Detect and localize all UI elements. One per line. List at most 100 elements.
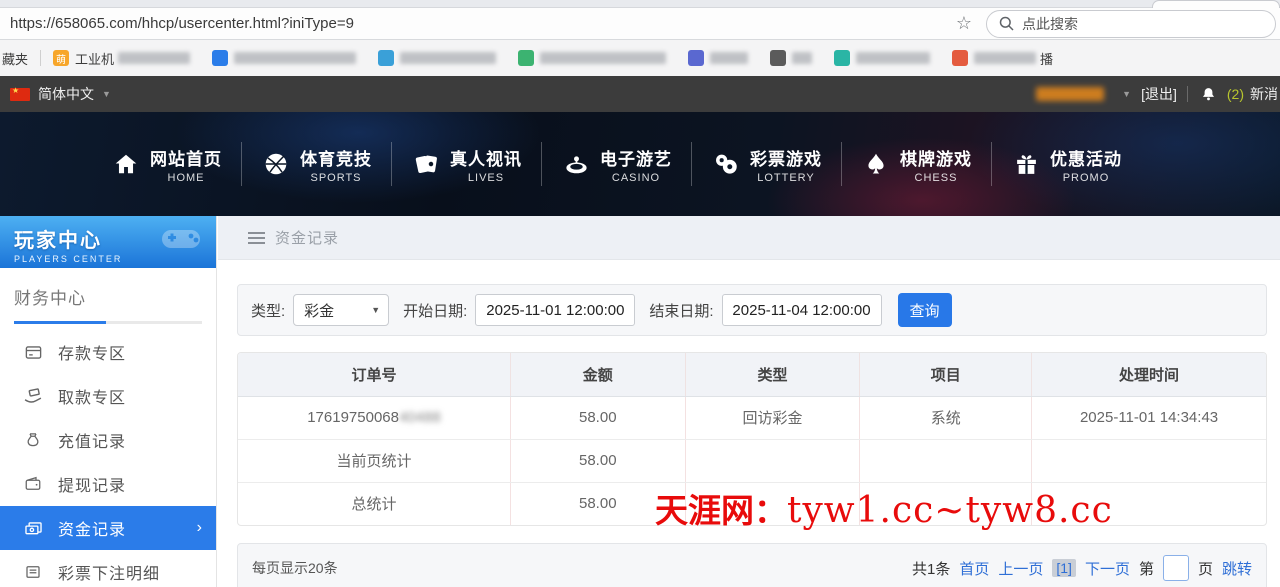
end-date-label: 结束日期: <box>649 300 713 321</box>
bookmark-item[interactable] <box>378 50 496 66</box>
language-caret-icon[interactable]: ▼ <box>102 89 111 99</box>
bookmarks-folder-label[interactable]: 藏夹 <box>2 49 28 68</box>
start-date-label: 开始日期: <box>403 300 467 321</box>
sidebar-item-recharge-record[interactable]: 充值记录 <box>0 418 216 462</box>
gift-icon <box>1011 152 1041 177</box>
nav-item-home[interactable]: 网站首页HOME <box>92 145 241 184</box>
bookmark-favicon <box>952 50 968 66</box>
bookmark-blurred-text <box>974 52 1036 64</box>
nav-item-lottery[interactable]: 彩票游戏LOTTERY <box>692 145 841 184</box>
nav-item-sports[interactable]: 体育竞技SPORTS <box>242 145 391 184</box>
bookmark-label: 工业机 <box>75 49 114 68</box>
lottery-balls-icon <box>711 151 741 177</box>
bookmark-label-tail: 播 <box>1040 49 1053 68</box>
sidebar-item-withdraw[interactable]: 取款专区 <box>0 374 216 418</box>
jump-label-pre: 第 <box>1139 558 1154 579</box>
user-topbar: ★ 简体中文 ▼ ▼ [退出] (2) 新消 <box>0 76 1280 112</box>
total-count: 共1条 <box>912 558 950 579</box>
search-icon <box>999 16 1014 31</box>
bookmark-item[interactable]: 播 <box>952 49 1057 68</box>
bookmark-item[interactable] <box>688 50 748 66</box>
language-selector[interactable]: 简体中文 <box>38 84 94 104</box>
bookmark-star-icon[interactable]: ☆ <box>956 13 972 34</box>
notification-count[interactable]: (2) <box>1227 86 1244 102</box>
project-cell: 系统 <box>860 396 1032 439</box>
bookmark-blurred-text <box>118 52 190 64</box>
end-date-input[interactable] <box>722 294 882 326</box>
logout-link[interactable]: [退出] <box>1141 84 1177 104</box>
table-header-row: 订单号 金额 类型 项目 处理时间 <box>238 353 1266 396</box>
chevron-down-icon: ▼ <box>371 305 380 315</box>
bookmark-item[interactable] <box>212 50 356 66</box>
deposit-card-icon <box>22 343 44 362</box>
search-input[interactable] <box>1022 16 1222 32</box>
order-no-cell: 1761975006840488 <box>238 396 510 439</box>
bookmark-blurred-text <box>234 52 356 64</box>
prev-page-link[interactable]: 上一页 <box>998 558 1043 579</box>
bookmark-blurred-text <box>540 52 666 64</box>
notification-label[interactable]: 新消 <box>1250 84 1278 104</box>
gamepad-icon <box>158 222 204 261</box>
bookmark-blurred-text <box>710 52 748 64</box>
bookmark-item[interactable] <box>518 50 666 66</box>
order-no-blurred: 40488 <box>399 409 441 426</box>
sidebar: 玩家中心 PLAYERS CENTER 财务中心 存款专区 取款专区 充值记录 <box>0 216 217 587</box>
page-jump-input[interactable] <box>1163 555 1189 581</box>
nav-item-chess[interactable]: 棋牌游戏CHESS <box>842 145 991 184</box>
type-select[interactable]: 彩金 ▼ <box>293 294 389 326</box>
user-menu-caret-icon[interactable]: ▼ <box>1122 89 1131 99</box>
funds-table: 订单号 金额 类型 项目 处理时间 1761975006840488 58.00… <box>237 352 1267 526</box>
bookmark-blurred-text <box>400 52 496 64</box>
receipt-icon <box>22 563 44 581</box>
per-page-label: 每页显示20条 <box>252 558 338 578</box>
browser-address-bar: https://658065.com/hhcp/usercenter.html?… <box>0 8 1280 40</box>
sidebar-item-lottery-bets[interactable]: 彩票下注明细 <box>0 550 216 587</box>
nav-item-casino[interactable]: 电子游艺CASINO <box>542 145 691 184</box>
nav-item-lives[interactable]: 真人视讯LIVES <box>392 145 541 184</box>
cn-flag-icon: ★ <box>10 88 30 101</box>
page-total-amount: 58.00 <box>510 439 685 482</box>
sidebar-menu: 存款专区 取款专区 充值记录 提现记录 资金记录 › 彩票下注明细 <box>0 330 216 587</box>
username-blurred[interactable] <box>1036 87 1104 101</box>
bookmark-item[interactable] <box>770 50 812 66</box>
start-date-input[interactable] <box>475 294 635 326</box>
bookmarks-bar: 藏夹 萌 工业机 <box>0 40 1280 76</box>
sidebar-section: 财务中心 <box>0 268 216 324</box>
bookmark-item[interactable]: 萌 工业机 <box>53 49 190 68</box>
sidebar-item-deposit[interactable]: 存款专区 <box>0 330 216 374</box>
bookmark-blurred-text <box>792 52 812 64</box>
browser-search-box[interactable] <box>986 10 1276 38</box>
browser-tab[interactable] <box>1152 0 1280 8</box>
content-header: 资金记录 <box>218 216 1280 260</box>
bookmark-favicon <box>688 50 704 66</box>
current-page: [1] <box>1052 559 1076 577</box>
filter-bar: 类型: 彩金 ▼ 开始日期: 结束日期: 查询 <box>237 284 1267 336</box>
bookmark-favicon <box>378 50 394 66</box>
table-row: 1761975006840488 58.00 回访彩金 系统 2025-11-0… <box>238 396 1266 439</box>
banknotes-icon <box>22 519 44 538</box>
next-page-link[interactable]: 下一页 <box>1085 558 1130 579</box>
bookmark-blurred-text <box>856 52 930 64</box>
sidebar-item-withdraw-record[interactable]: 提现记录 <box>0 462 216 506</box>
url-text[interactable]: https://658065.com/hhcp/usercenter.html?… <box>10 15 354 32</box>
page: https://658065.com/hhcp/usercenter.html?… <box>0 0 1280 587</box>
notification-bell-icon[interactable] <box>1200 86 1217 103</box>
hand-money-icon <box>22 386 44 406</box>
col-project: 项目 <box>860 353 1032 396</box>
bookmark-favicon <box>770 50 786 66</box>
nav-item-promo[interactable]: 优惠活动PROMO <box>992 145 1141 184</box>
home-icon <box>111 151 141 177</box>
grand-total-amount: 58.00 <box>510 482 685 525</box>
browser-tabstrip <box>0 0 1280 8</box>
first-page-link[interactable]: 首页 <box>959 558 989 579</box>
sidebar-item-funds-record[interactable]: 资金记录 › <box>0 506 216 550</box>
main-nav: 网站首页HOME 体育竞技SPORTS 真人视讯LIVES <box>0 112 1280 216</box>
jump-link[interactable]: 跳转 <box>1222 558 1252 579</box>
time-cell: 2025-11-01 14:34:43 <box>1032 396 1266 439</box>
menu-icon <box>248 232 265 244</box>
spade-icon <box>861 151 891 177</box>
jump-label-post: 页 <box>1198 558 1213 579</box>
grand-total-label: 总统计 <box>238 482 510 525</box>
bookmark-item[interactable] <box>834 50 930 66</box>
search-button[interactable]: 查询 <box>898 293 952 327</box>
